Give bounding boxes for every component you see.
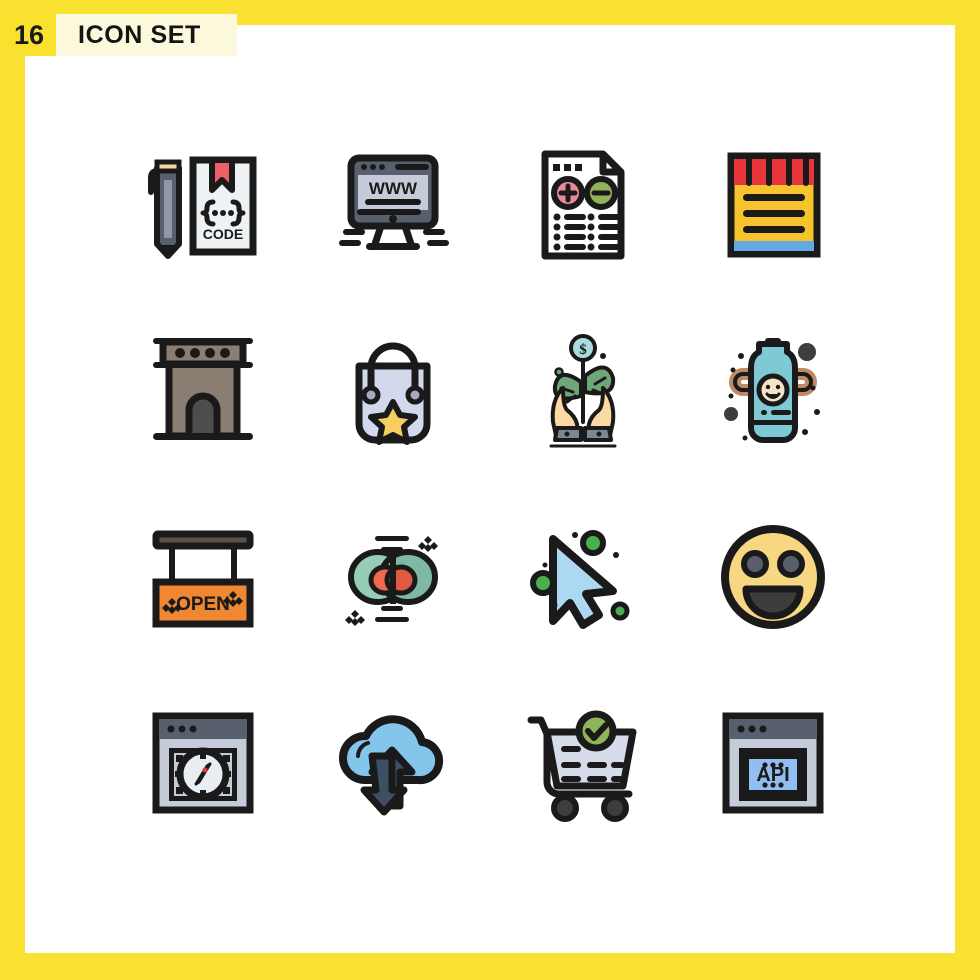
www-monitor-icon: WWW bbox=[339, 154, 449, 250]
cloud-sync-icon bbox=[339, 715, 444, 816]
icon-cell-money-plant-hands[interactable]: $ bbox=[488, 298, 678, 484]
venn-diagram-icon bbox=[345, 536, 438, 626]
page-title: ICON SET bbox=[78, 20, 201, 49]
icon-grid: CODE WWW $ OPEN API bbox=[108, 112, 868, 856]
icon-cell-cloud-sync[interactable] bbox=[298, 670, 488, 856]
open-sign-icon: OPEN bbox=[152, 530, 254, 628]
icon-cell-plus-minus-document[interactable] bbox=[488, 112, 678, 298]
api-browser-icon: API bbox=[722, 712, 824, 814]
icon-cell-cursor-pointer[interactable] bbox=[488, 484, 678, 670]
code-document-label: CODE bbox=[203, 226, 243, 242]
code-document-icon: CODE bbox=[148, 156, 257, 259]
notepad-icon bbox=[727, 152, 821, 258]
cart-checkout-icon bbox=[527, 710, 637, 822]
icon-cell-browser-compass[interactable] bbox=[108, 670, 298, 856]
icon-cell-notepad[interactable] bbox=[678, 112, 868, 298]
plus-minus-document-icon bbox=[541, 150, 625, 260]
money-plant-hands-icon: $ bbox=[549, 334, 617, 448]
smiley-face-icon bbox=[721, 524, 825, 629]
icon-cell-baby-bottle[interactable] bbox=[678, 298, 868, 484]
browser-compass-icon bbox=[152, 712, 254, 814]
www-label: WWW bbox=[369, 179, 418, 198]
baby-bottle-icon bbox=[724, 338, 820, 443]
page-root: 16 ICON SET CODE WWW $ OPEN API bbox=[0, 0, 980, 980]
open-sign-label: OPEN bbox=[176, 594, 230, 615]
icon-cell-smiley-face[interactable] bbox=[678, 484, 868, 670]
icon-cell-www-monitor[interactable]: WWW bbox=[298, 112, 488, 298]
dollar-label: $ bbox=[579, 342, 587, 358]
cursor-pointer-icon bbox=[530, 530, 630, 629]
header-band: 16 ICON SET bbox=[0, 14, 237, 56]
icon-cell-gate-monument[interactable] bbox=[108, 298, 298, 484]
icon-cell-venn-diagram[interactable] bbox=[298, 484, 488, 670]
icon-cell-open-sign[interactable]: OPEN bbox=[108, 484, 298, 670]
api-label: API bbox=[756, 764, 789, 786]
shopping-bag-star-icon bbox=[355, 342, 431, 445]
gate-monument-icon bbox=[153, 338, 253, 440]
icon-cell-code-document[interactable]: CODE bbox=[108, 112, 298, 298]
icon-cell-api-browser[interactable]: API bbox=[678, 670, 868, 856]
icon-cell-cart-checkout[interactable] bbox=[488, 670, 678, 856]
icon-cell-shopping-bag-star[interactable] bbox=[298, 298, 488, 484]
icon-count-badge: 16 bbox=[0, 14, 57, 56]
